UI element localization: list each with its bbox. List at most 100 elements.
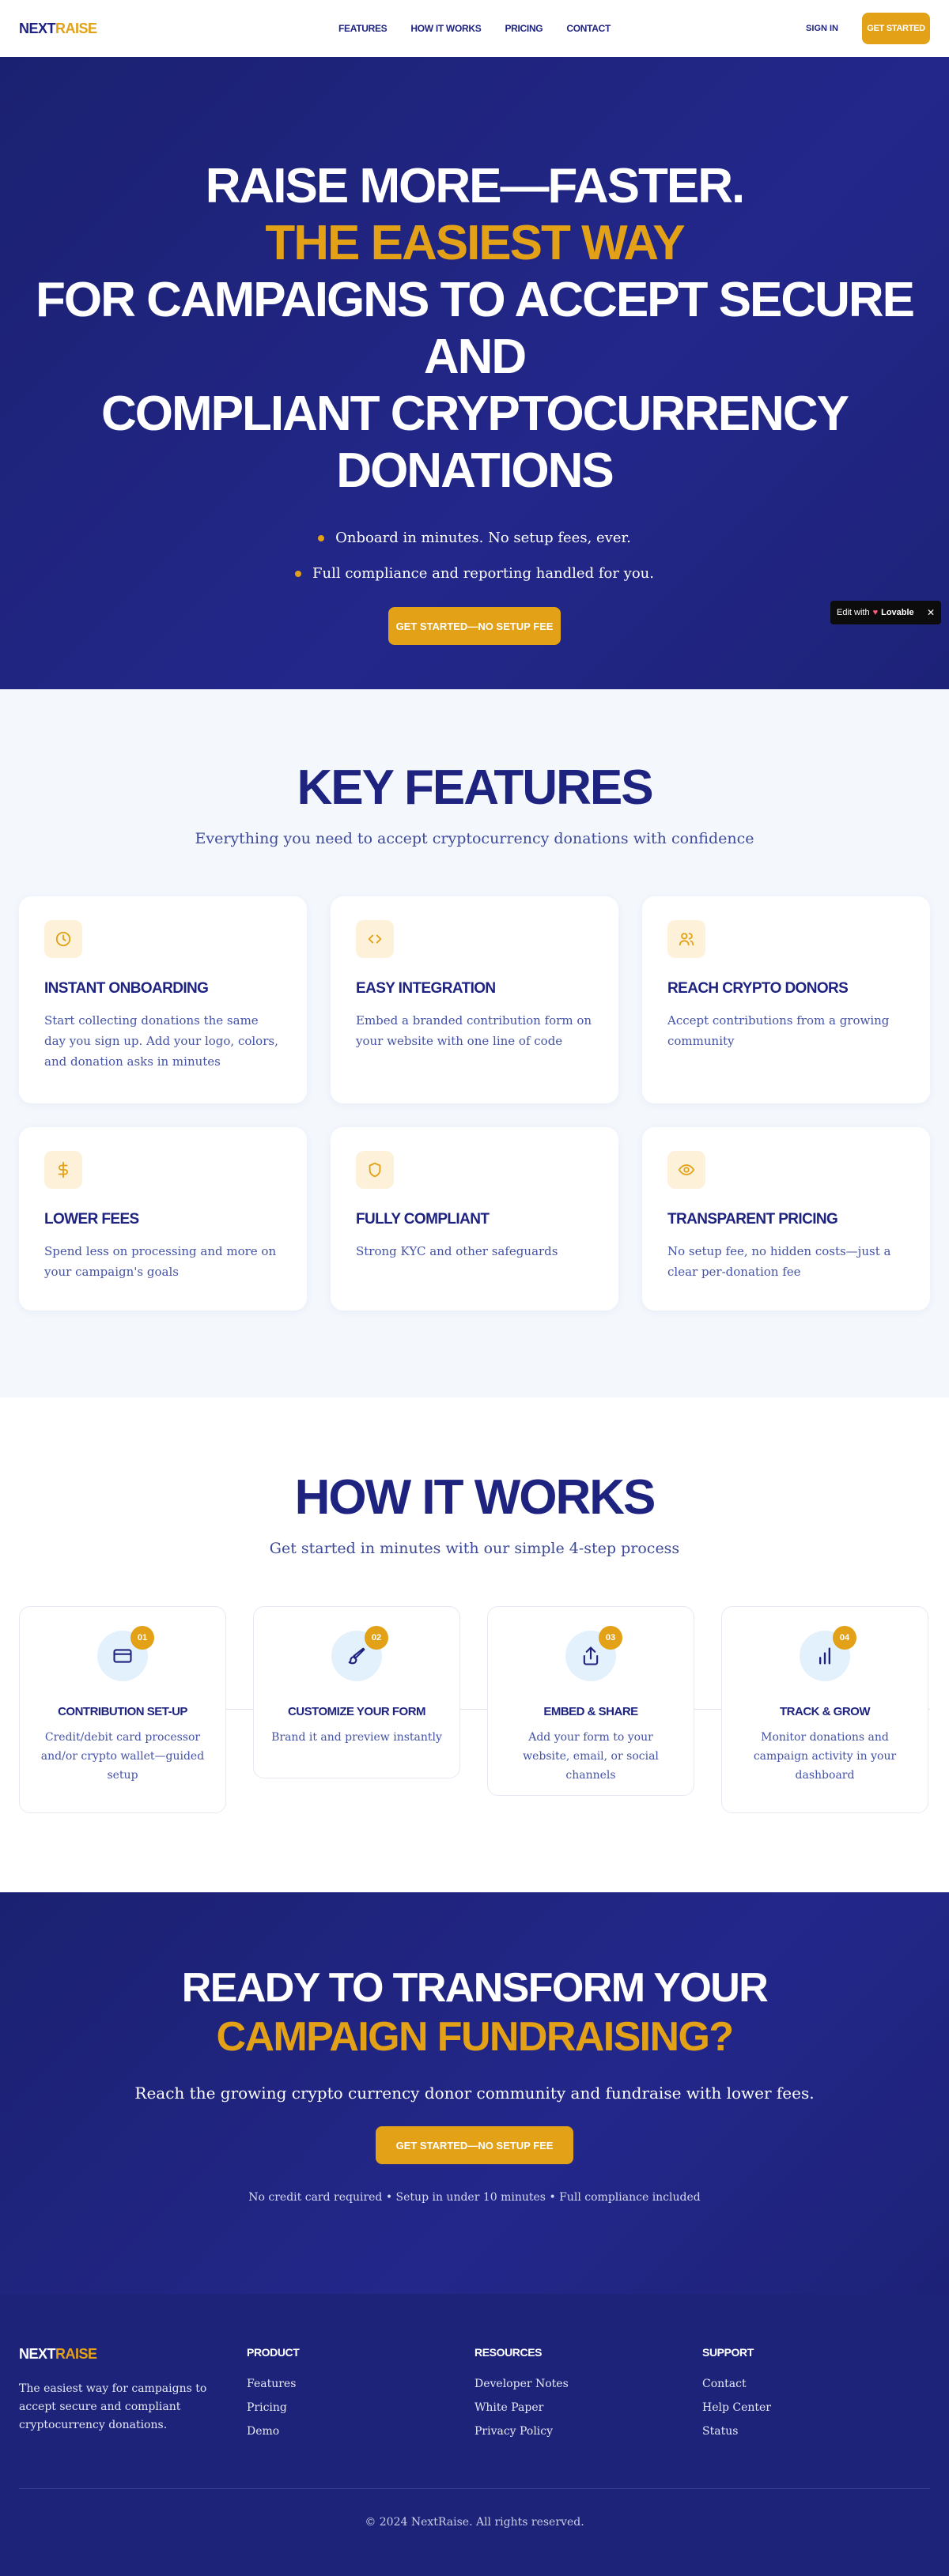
cta-note: No credit card required • Setup in under… — [248, 2191, 701, 2204]
footer-logo[interactable]: NEXTRAISE — [19, 2346, 247, 2363]
close-icon[interactable]: ✕ — [927, 607, 935, 618]
footer-link-pricing[interactable]: Pricing — [247, 2401, 475, 2414]
footer-divider — [19, 2488, 930, 2489]
footer-link-privacy-policy[interactable]: Privacy Policy — [475, 2425, 702, 2438]
footer-col-resources: RESOURCES Developer Notes White Paper Pr… — [475, 2346, 702, 2449]
features-subtitle: Everything you need to accept cryptocurr… — [195, 830, 754, 847]
step-title: EMBED & SHARE — [543, 1705, 638, 1718]
step-desc: Add your form to your website, email, or… — [523, 1731, 659, 1782]
hero-line-1: RAISE MORE—FASTER. — [205, 159, 746, 213]
dollar-icon — [44, 1151, 82, 1189]
footer-link-help-center[interactable]: Help Center — [702, 2401, 930, 2414]
code-icon — [356, 920, 394, 958]
footer-col-product: PRODUCT Features Pricing Demo — [247, 2346, 475, 2449]
feature-title: EASY INTEGRATION — [356, 980, 496, 997]
lovable-heart-icon: ♥ — [872, 608, 879, 617]
top-nav: NEXTRAISE FEATURES HOW IT WORKS PRICING … — [0, 0, 949, 57]
bar-chart-icon: 04 — [800, 1626, 856, 1681]
cta-lead: Reach the growing crypto currency donor … — [134, 2084, 815, 2103]
cta-section: READY TO TRANSFORM YOUR CAMPAIGN FUNDRAI… — [0, 1892, 949, 2294]
footer-link-white-paper[interactable]: White Paper — [475, 2401, 702, 2414]
how-it-works-section: HOW IT WORKS Get started in minutes with… — [0, 1397, 949, 1892]
bullet-dot-icon — [318, 534, 325, 541]
step-title: TRACK & GROW — [780, 1705, 871, 1718]
footer-link-developer-notes[interactable]: Developer Notes — [475, 2378, 702, 2390]
hero-bullet: Full compliance and reporting handled fo… — [295, 565, 654, 582]
get-started-button[interactable]: GET STARTED — [862, 13, 930, 44]
nav-link-how-it-works[interactable]: HOW IT WORKS — [410, 23, 481, 34]
how-title: HOW IT WORKS — [294, 1470, 656, 1525]
copyright: © 2024 NextRaise. All rights reserved. — [365, 2516, 584, 2529]
step-number-badge: 03 — [599, 1626, 622, 1650]
step-number-badge: 02 — [365, 1626, 388, 1650]
footer: NEXTRAISE The easiest way for campaigns … — [0, 2294, 949, 2576]
nav-actions: SIGN IN GET STARTED — [806, 13, 930, 44]
step-card: 02 CUSTOMIZE YOUR FORM Brand it and prev… — [253, 1606, 460, 1778]
cta-line-2: CAMPAIGN FUNDRAISING? — [216, 2014, 735, 2060]
hero-bullet: Onboard in minutes. No setup fees, ever. — [318, 530, 631, 546]
hero-line-2: THE EASIEST WAY — [265, 216, 685, 270]
footer-brand: NEXTRAISE The easiest way for campaigns … — [19, 2346, 247, 2449]
step-card: 03 EMBED & SHARE Add your form to your w… — [487, 1606, 694, 1796]
nav-link-pricing[interactable]: PRICING — [505, 23, 543, 34]
bullet-dot-icon — [295, 570, 301, 577]
cta-get-started-button[interactable]: GET STARTED—NO SETUP FEE — [376, 2126, 573, 2164]
how-subtitle: Get started in minutes with our simple 4… — [269, 1540, 680, 1557]
feature-card: EASY INTEGRATION Embed a branded contrib… — [331, 896, 618, 1103]
feature-card: TRANSPARENT PRICING No setup fee, no hid… — [642, 1127, 930, 1311]
feature-title: INSTANT ONBOARDING — [44, 980, 209, 997]
cta-line-1: READY TO TRANSFORM YOUR — [181, 1965, 769, 2011]
feature-card: REACH CRYPTO DONORS Accept contributions… — [642, 896, 930, 1103]
nav-link-features[interactable]: FEATURES — [338, 23, 388, 34]
brush-icon: 02 — [331, 1626, 388, 1681]
feature-title: FULLY COMPLIANT — [356, 1211, 490, 1228]
feature-desc: Start collecting donations the same day … — [44, 1013, 278, 1069]
logo-next: NEXT — [19, 20, 56, 36]
shield-icon — [356, 1151, 394, 1189]
logo[interactable]: NEXTRAISE — [19, 21, 97, 37]
logo-raise: RAISE — [55, 20, 97, 36]
features-title: KEY FEATURES — [297, 760, 653, 815]
hero-cta-button[interactable]: GET STARTED—NO SETUP FEE — [388, 607, 561, 645]
users-icon — [667, 920, 705, 958]
step-card: 04 TRACK & GROW Monitor donations and ca… — [721, 1606, 928, 1813]
nav-links: FEATURES HOW IT WORKS PRICING CONTACT — [338, 23, 611, 34]
feature-desc: No setup fee, no hidden costs—just a cle… — [667, 1244, 891, 1279]
feature-title: TRANSPARENT PRICING — [667, 1211, 838, 1228]
feature-desc: Accept contributions from a growing comm… — [667, 1013, 890, 1048]
hero-section: RAISE MORE—FASTER. THE EASIEST WAY FOR C… — [0, 57, 949, 689]
hero-line-3: FOR CAMPAIGNS TO ACCEPT SECURE AND — [35, 273, 915, 384]
footer-columns: NEXTRAISE The easiest way for campaigns … — [19, 2346, 930, 2449]
features-section: KEY FEATURES Everything you need to acce… — [0, 689, 949, 1397]
hero-bullet-text: Full compliance and reporting handled fo… — [312, 565, 654, 582]
hero-bullet-text: Onboard in minutes. No setup fees, ever. — [335, 530, 631, 546]
footer-col-title: RESOURCES — [475, 2346, 543, 2359]
footer-link-features[interactable]: Features — [247, 2378, 475, 2390]
edit-with-lovable-badge[interactable]: Edit with ♥ Lovable ✕ — [830, 601, 941, 624]
footer-link-demo[interactable]: Demo — [247, 2425, 475, 2438]
step-number-badge: 04 — [833, 1626, 856, 1650]
footer-col-title: PRODUCT — [247, 2346, 300, 2359]
cta-headline: READY TO TRANSFORM YOUR CAMPAIGN FUNDRAI… — [0, 1963, 949, 2061]
nav-link-contact[interactable]: CONTACT — [566, 23, 611, 34]
step-desc: Credit/debit card processor and/or crypt… — [40, 1731, 205, 1782]
feature-title: REACH CRYPTO DONORS — [667, 980, 849, 997]
step-desc: Brand it and preview instantly — [271, 1731, 442, 1744]
logo-raise: RAISE — [55, 2346, 97, 2362]
feature-card: LOWER FEES Spend less on processing and … — [19, 1127, 307, 1311]
step-title: CUSTOMIZE YOUR FORM — [287, 1705, 426, 1718]
eye-icon — [667, 1151, 705, 1189]
sign-in-link[interactable]: SIGN IN — [806, 24, 838, 33]
feature-desc: Embed a branded contribution form on you… — [356, 1013, 592, 1048]
credit-card-icon: 01 — [97, 1626, 154, 1681]
steps-row: 01 CONTRIBUTION SET-UP Credit/debit card… — [0, 1606, 949, 1813]
footer-description: The easiest way for campaigns to accept … — [19, 2382, 207, 2431]
lovable-label: Edit with — [837, 608, 870, 617]
footer-link-contact[interactable]: Contact — [702, 2378, 930, 2390]
footer-col-title: SUPPORT — [702, 2346, 754, 2359]
hero-headline: RAISE MORE—FASTER. THE EASIEST WAY FOR C… — [0, 158, 949, 500]
step-desc: Monitor donations and campaign activity … — [753, 1731, 897, 1782]
footer-link-status[interactable]: Status — [702, 2425, 930, 2438]
feature-desc: Spend less on processing and more on you… — [44, 1244, 277, 1279]
share-icon: 03 — [565, 1626, 622, 1681]
